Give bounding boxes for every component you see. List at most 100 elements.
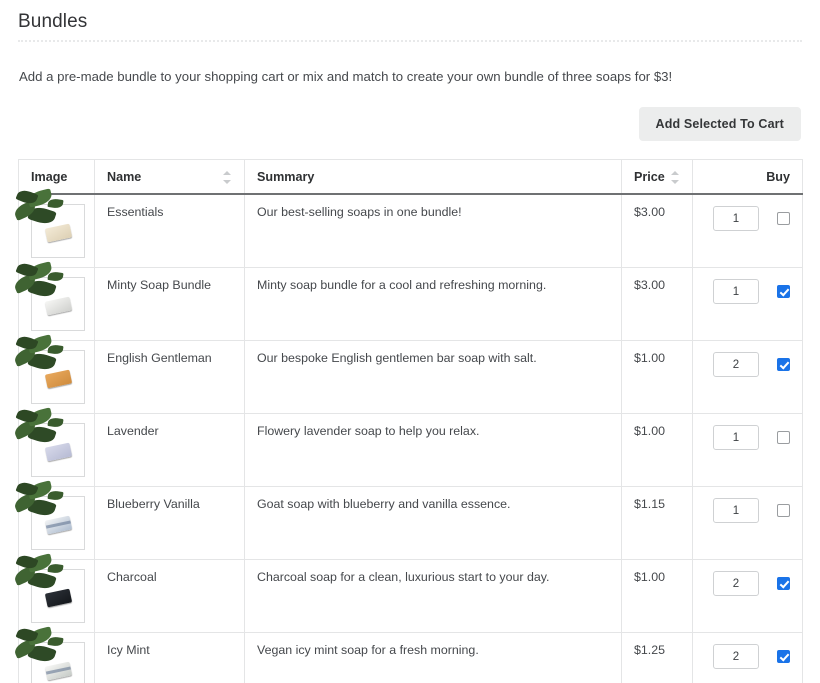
quantity-input[interactable]: [713, 571, 759, 596]
buy-checkbox[interactable]: [777, 358, 790, 371]
quantity-input[interactable]: [713, 644, 759, 669]
cell-image: [19, 633, 95, 683]
cell-name: Icy Mint: [95, 633, 245, 683]
product-price: $1.00: [634, 424, 665, 438]
cell-name: Blueberry Vanilla: [95, 487, 245, 560]
cell-buy: [693, 560, 803, 633]
buy-checkbox[interactable]: [777, 504, 790, 517]
table-head: Image Name Summary Price: [19, 160, 803, 195]
column-header-name-label: Name: [107, 170, 141, 184]
cell-name: Lavender: [95, 414, 245, 487]
column-header-image: Image: [19, 160, 95, 195]
product-thumbnail-6: [31, 642, 85, 683]
product-price: $1.25: [634, 643, 665, 657]
cell-name: Charcoal: [95, 560, 245, 633]
top-action-row: Add Selected To Cart: [18, 86, 802, 141]
cell-name: Minty Soap Bundle: [95, 268, 245, 341]
buy-checkbox[interactable]: [777, 212, 790, 225]
cell-price: $1.00: [622, 414, 693, 487]
quantity-input[interactable]: [713, 279, 759, 304]
product-name: Essentials: [107, 205, 163, 219]
quantity-input[interactable]: [713, 352, 759, 377]
buy-checkbox[interactable]: [777, 577, 790, 590]
product-summary: Minty soap bundle for a cool and refresh…: [257, 278, 546, 292]
product-summary: Vegan icy mint soap for a fresh morning.: [257, 643, 479, 657]
product-name: Blueberry Vanilla: [107, 497, 200, 511]
quantity-input[interactable]: [713, 206, 759, 231]
cell-buy: [693, 341, 803, 414]
product-thumbnail-5: [31, 569, 85, 623]
page-title: Bundles: [18, 0, 802, 36]
sort-icon-name[interactable]: [223, 171, 232, 184]
product-price: $1.00: [634, 351, 665, 365]
cell-buy: [693, 194, 803, 268]
product-thumbnail-3: [31, 423, 85, 477]
cell-price: $1.00: [622, 560, 693, 633]
sort-icon-price[interactable]: [671, 171, 680, 184]
product-summary: Charcoal soap for a clean, luxurious sta…: [257, 570, 549, 584]
product-summary: Goat soap with blueberry and vanilla ess…: [257, 497, 510, 511]
buy-checkbox[interactable]: [777, 431, 790, 444]
quantity-input[interactable]: [713, 498, 759, 523]
add-selected-to-cart-button-top[interactable]: Add Selected To Cart: [639, 107, 801, 141]
product-summary: Flowery lavender soap to help you relax.: [257, 424, 479, 438]
product-thumbnail-2: [31, 350, 85, 404]
table-row: Charcoal Charcoal soap for a clean, luxur…: [19, 560, 803, 633]
table-row: Minty Soap Bundle Minty soap bundle for a…: [19, 268, 803, 341]
table-row: Lavender Flowery lavender soap to help yo…: [19, 414, 803, 487]
bundles-page: Bundles Add a pre-made bundle to your sh…: [0, 0, 820, 683]
cell-image: [19, 268, 95, 341]
cell-price: $3.00: [622, 268, 693, 341]
cell-summary: Charcoal soap for a clean, luxurious sta…: [245, 560, 622, 633]
cell-summary: Vegan icy mint soap for a fresh morning.: [245, 633, 622, 683]
column-header-price-label: Price: [634, 170, 665, 184]
cell-summary: Our best-selling soaps in one bundle!: [245, 194, 622, 268]
cell-image: [19, 341, 95, 414]
cell-image: [19, 414, 95, 487]
cell-price: $3.00: [622, 194, 693, 268]
table-row: English Gentleman Our bespoke English gen…: [19, 341, 803, 414]
column-header-buy-label: Buy: [766, 170, 790, 184]
cell-name: English Gentleman: [95, 341, 245, 414]
cell-image: [19, 560, 95, 633]
product-name: Charcoal: [107, 570, 157, 584]
buy-checkbox[interactable]: [777, 650, 790, 663]
cell-summary: Flowery lavender soap to help you relax.: [245, 414, 622, 487]
column-header-summary-label: Summary: [257, 170, 314, 184]
cell-price: $1.25: [622, 633, 693, 683]
buy-checkbox[interactable]: [777, 285, 790, 298]
column-header-name[interactable]: Name: [95, 160, 245, 195]
bundles-table-wrapper: Image Name Summary Price: [18, 141, 802, 683]
bundles-table: Image Name Summary Price: [18, 159, 803, 683]
product-price: $3.00: [634, 205, 665, 219]
cell-summary: Our bespoke English gentlemen bar soap w…: [245, 341, 622, 414]
quantity-input[interactable]: [713, 425, 759, 450]
column-header-image-label: Image: [31, 170, 67, 184]
product-price: $3.00: [634, 278, 665, 292]
table-row: Essentials Our best-selling soaps in one …: [19, 194, 803, 268]
column-header-price[interactable]: Price: [622, 160, 693, 195]
intro-text: Add a pre-made bundle to your shopping c…: [18, 42, 802, 86]
product-thumbnail-0: [31, 204, 85, 258]
cell-buy: [693, 487, 803, 560]
product-thumbnail-4: [31, 496, 85, 550]
cell-buy: [693, 414, 803, 487]
cell-summary: Minty soap bundle for a cool and refresh…: [245, 268, 622, 341]
product-name: Lavender: [107, 424, 159, 438]
product-price: $1.00: [634, 570, 665, 584]
column-header-buy: Buy: [693, 160, 803, 195]
product-price: $1.15: [634, 497, 665, 511]
cell-image: [19, 487, 95, 560]
cell-name: Essentials: [95, 194, 245, 268]
column-header-summary: Summary: [245, 160, 622, 195]
product-name: Minty Soap Bundle: [107, 278, 211, 292]
product-name: English Gentleman: [107, 351, 212, 365]
product-summary: Our bespoke English gentlemen bar soap w…: [257, 351, 537, 365]
table-body: Essentials Our best-selling soaps in one …: [19, 194, 803, 683]
cell-price: $1.00: [622, 341, 693, 414]
cell-summary: Goat soap with blueberry and vanilla ess…: [245, 487, 622, 560]
cell-image: [19, 194, 95, 268]
product-name: Icy Mint: [107, 643, 150, 657]
cell-buy: [693, 633, 803, 683]
table-row: Blueberry Vanilla Goat soap with blueberr…: [19, 487, 803, 560]
